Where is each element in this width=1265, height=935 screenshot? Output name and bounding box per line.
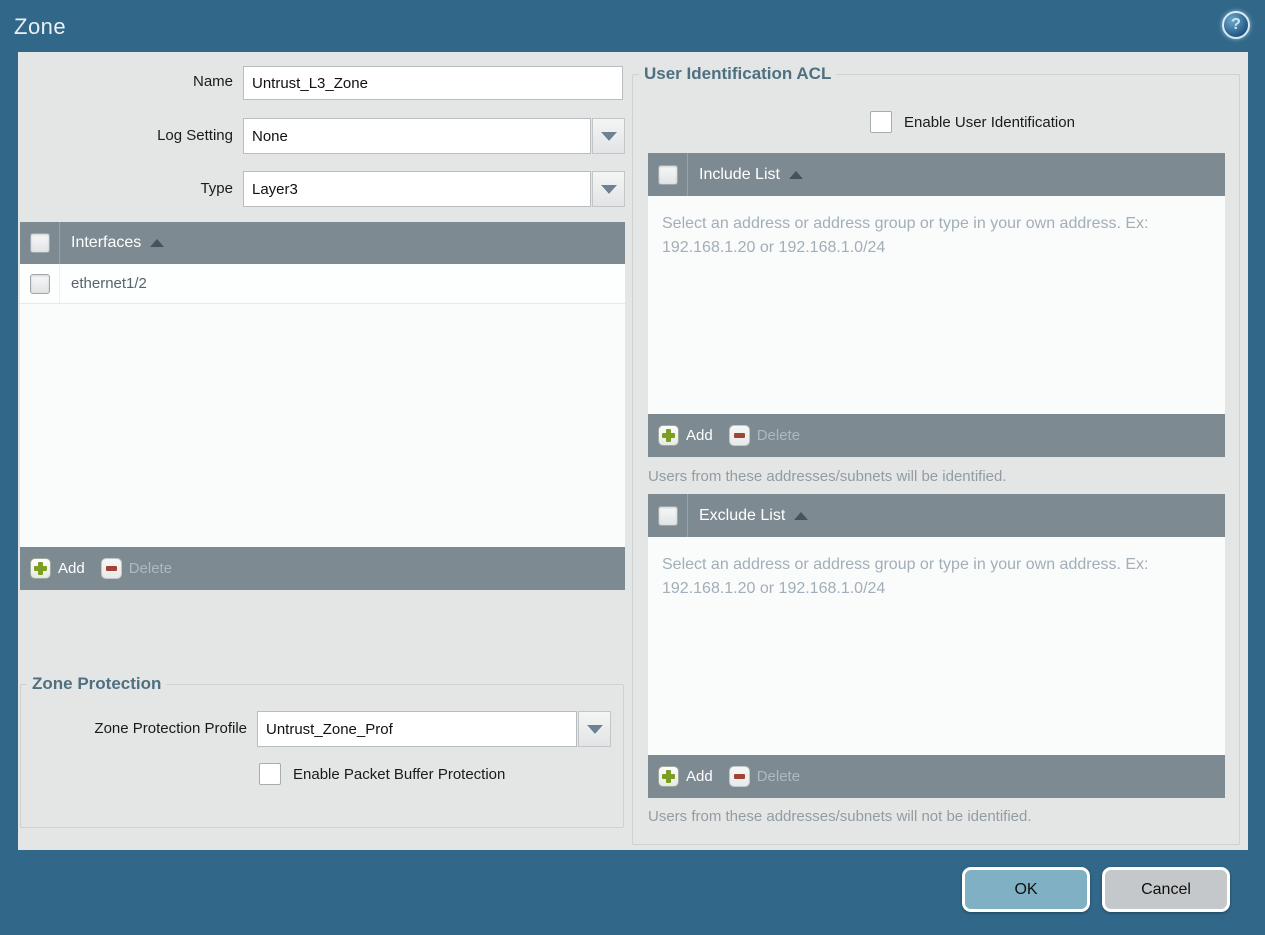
include-add-label: Add bbox=[686, 427, 713, 444]
help-icon[interactable]: ? bbox=[1222, 11, 1250, 39]
zone-dialog: { "title_bar": { "title": "Zone", "help_… bbox=[0, 0, 1265, 935]
chevron-down-icon bbox=[600, 184, 617, 194]
interfaces-table-body: ethernet1/2 bbox=[20, 264, 625, 547]
exclude-list-placeholder: Select an address or address group or ty… bbox=[662, 556, 1149, 597]
enable-user-identification-label: Enable User Identification bbox=[904, 114, 1075, 131]
type-input[interactable] bbox=[243, 171, 591, 207]
exclude-list-title: Exclude List bbox=[699, 506, 786, 524]
include-list-footer: Add Delete bbox=[648, 414, 1225, 457]
minus-icon bbox=[728, 425, 750, 446]
interfaces-delete-label: Delete bbox=[128, 560, 173, 577]
interface-row-label: ethernet1/2 bbox=[71, 275, 147, 292]
include-list-helper: Users from these addresses/subnets will … bbox=[648, 468, 1007, 485]
interface-row[interactable]: ethernet1/2 bbox=[20, 264, 625, 304]
sort-asc-icon bbox=[794, 511, 809, 520]
dialog-title: Zone bbox=[14, 14, 67, 39]
plus-icon bbox=[30, 558, 51, 579]
exclude-list-footer: Add Delete bbox=[648, 755, 1225, 798]
exclude-list-body[interactable]: Select an address or address group or ty… bbox=[648, 537, 1225, 755]
chevron-down-icon bbox=[600, 131, 617, 141]
chevron-down-icon bbox=[586, 724, 603, 734]
include-select-all-checkbox[interactable] bbox=[657, 164, 678, 185]
exclude-add-label: Add bbox=[686, 768, 713, 785]
plus-icon bbox=[658, 425, 679, 446]
zone-protection-group: Zone Protection bbox=[20, 674, 624, 828]
minus-icon bbox=[728, 766, 750, 787]
type-dropdown-button[interactable] bbox=[592, 171, 625, 207]
ok-button[interactable]: OK bbox=[962, 867, 1090, 912]
exclude-list-header[interactable]: Exclude List bbox=[648, 494, 1225, 537]
log-setting-label: Log Setting bbox=[157, 127, 233, 144]
interfaces-add-button[interactable]: Add bbox=[30, 558, 85, 579]
sort-asc-icon bbox=[788, 170, 803, 179]
enable-user-identification-checkbox[interactable] bbox=[870, 111, 892, 133]
exclude-delete-button[interactable]: Delete bbox=[728, 766, 801, 787]
include-list-body[interactable]: Select an address or address group or ty… bbox=[648, 196, 1225, 414]
dialog-body: Name Log Setting Type Interfaces etherne… bbox=[18, 52, 1248, 850]
include-list-placeholder: Select an address or address group or ty… bbox=[662, 215, 1149, 256]
plus-icon bbox=[658, 766, 679, 787]
exclude-delete-label: Delete bbox=[756, 768, 801, 785]
cancel-button[interactable]: Cancel bbox=[1102, 867, 1230, 912]
log-setting-input[interactable] bbox=[243, 118, 591, 154]
zone-protection-legend: Zone Protection bbox=[32, 674, 162, 693]
interfaces-add-label: Add bbox=[58, 560, 85, 577]
minus-icon bbox=[100, 558, 122, 579]
sort-asc-icon bbox=[150, 239, 165, 247]
packet-buffer-protection-checkbox[interactable] bbox=[259, 763, 281, 785]
packet-buffer-protection-label: Enable Packet Buffer Protection bbox=[293, 766, 506, 783]
include-list-title: Include List bbox=[699, 165, 780, 183]
interfaces-table-header[interactable]: Interfaces bbox=[20, 222, 625, 264]
interfaces-delete-button[interactable]: Delete bbox=[100, 558, 173, 579]
log-setting-dropdown-button[interactable] bbox=[592, 118, 625, 154]
interfaces-table-footer: Add Delete bbox=[20, 547, 625, 590]
help-glyph: ? bbox=[1231, 16, 1241, 33]
user-id-acl-legend: User Identification ACL bbox=[644, 64, 832, 83]
exclude-select-all-checkbox[interactable] bbox=[657, 505, 678, 526]
interfaces-select-all-checkbox[interactable] bbox=[29, 233, 50, 253]
name-input[interactable] bbox=[243, 66, 623, 100]
zone-protection-profile-label: Zone Protection Profile bbox=[94, 720, 247, 737]
type-label: Type bbox=[200, 180, 233, 197]
exclude-add-button[interactable]: Add bbox=[658, 766, 713, 787]
exclude-list-helper: Users from these addresses/subnets will … bbox=[648, 808, 1032, 825]
include-add-button[interactable]: Add bbox=[658, 425, 713, 446]
interface-row-checkbox[interactable] bbox=[29, 273, 50, 294]
include-delete-button[interactable]: Delete bbox=[728, 425, 801, 446]
name-label: Name bbox=[192, 73, 233, 90]
include-list-header[interactable]: Include List bbox=[648, 153, 1225, 196]
interfaces-column-title: Interfaces bbox=[71, 234, 142, 251]
dialog-titlebar: Zone ? bbox=[0, 0, 1265, 52]
zone-protection-profile-dropdown-button[interactable] bbox=[578, 711, 611, 747]
include-delete-label: Delete bbox=[756, 427, 801, 444]
zone-protection-profile-input[interactable] bbox=[257, 711, 577, 747]
